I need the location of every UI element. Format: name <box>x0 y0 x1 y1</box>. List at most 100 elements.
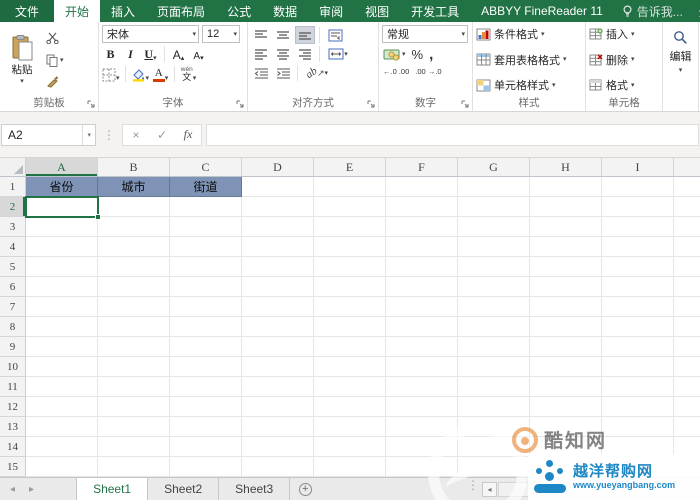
cell-H12[interactable] <box>530 397 602 417</box>
number-dialog-launcher[interactable] <box>461 100 470 109</box>
sign-in-button[interactable]: 登录 <box>691 0 700 22</box>
cell-A9[interactable] <box>26 337 98 357</box>
cell-H9[interactable] <box>530 337 602 357</box>
cell-D9[interactable] <box>242 337 314 357</box>
tab-页面布局[interactable]: 页面布局 <box>146 0 216 22</box>
cell-D7[interactable] <box>242 297 314 317</box>
row-header-9[interactable]: 9 <box>0 337 26 357</box>
cell-H2[interactable] <box>530 197 602 217</box>
cell-D2[interactable] <box>242 197 314 217</box>
cell-A13[interactable] <box>26 417 98 437</box>
cell-F6[interactable] <box>386 277 458 297</box>
cell-A1[interactable]: 省份 <box>26 177 98 197</box>
tab-公式[interactable]: 公式 <box>216 0 262 22</box>
cell-C15[interactable] <box>170 457 242 477</box>
cell-B4[interactable] <box>98 237 170 257</box>
cell-C6[interactable] <box>170 277 242 297</box>
scroll-track[interactable] <box>498 481 698 497</box>
align-center-button[interactable] <box>273 45 293 63</box>
row-header-14[interactable]: 14 <box>0 437 26 457</box>
format-cells-button[interactable]: 格式 ▾ <box>589 77 659 93</box>
row-header-10[interactable]: 10 <box>0 357 26 377</box>
tab-ABBYY FineReader 11[interactable]: ABBYY FineReader 11 <box>470 0 614 22</box>
cell-F10[interactable] <box>386 357 458 377</box>
borders-button[interactable]: ▾ <box>102 65 120 83</box>
cell-F1[interactable] <box>386 177 458 197</box>
cell-F14[interactable] <box>386 437 458 457</box>
cell-F13[interactable] <box>386 417 458 437</box>
cell-C12[interactable] <box>170 397 242 417</box>
cell-H8[interactable] <box>530 317 602 337</box>
cell-G15[interactable] <box>458 457 530 477</box>
cell-E8[interactable] <box>314 317 386 337</box>
row-header-11[interactable]: 11 <box>0 377 26 397</box>
scroll-left-button[interactable]: ◂ <box>482 481 497 497</box>
tab-file[interactable]: 文件 <box>0 0 55 22</box>
align-right-button[interactable] <box>295 45 315 63</box>
cell-E6[interactable] <box>314 277 386 297</box>
cell-D5[interactable] <box>242 257 314 277</box>
cell-D12[interactable] <box>242 397 314 417</box>
cell-C11[interactable] <box>170 377 242 397</box>
row-header-6[interactable]: 6 <box>0 277 26 297</box>
cell-A7[interactable] <box>26 297 98 317</box>
cell-F11[interactable] <box>386 377 458 397</box>
alignment-dialog-launcher[interactable] <box>367 100 376 109</box>
cell-D13[interactable] <box>242 417 314 437</box>
cell-G9[interactable] <box>458 337 530 357</box>
cell-D14[interactable] <box>242 437 314 457</box>
cell-E14[interactable] <box>314 437 386 457</box>
cell-B14[interactable] <box>98 437 170 457</box>
bold-button[interactable]: B <box>102 45 119 63</box>
cell-H3[interactable] <box>530 217 602 237</box>
cell-A11[interactable] <box>26 377 98 397</box>
column-header-E[interactable]: E <box>314 158 386 176</box>
cell-B8[interactable] <box>98 317 170 337</box>
cell-A8[interactable] <box>26 317 98 337</box>
row-header-4[interactable]: 4 <box>0 237 26 257</box>
italic-button[interactable]: I <box>122 45 139 63</box>
cell-B3[interactable] <box>98 217 170 237</box>
cell-E2[interactable] <box>314 197 386 217</box>
cell-I1[interactable] <box>602 177 674 197</box>
cell-G3[interactable] <box>458 217 530 237</box>
cell-E5[interactable] <box>314 257 386 277</box>
cell-B2[interactable] <box>98 197 170 217</box>
row-header-7[interactable]: 7 <box>0 297 26 317</box>
cell-G7[interactable] <box>458 297 530 317</box>
comma-style-button[interactable]: , <box>428 45 434 64</box>
column-header-A[interactable]: A <box>26 158 98 176</box>
cell-C13[interactable] <box>170 417 242 437</box>
format-painter-button[interactable] <box>43 73 73 91</box>
active-cell-selection[interactable] <box>25 196 101 220</box>
grow-font-button[interactable]: A ▴ <box>170 45 187 63</box>
row-header-15[interactable]: 15 <box>0 457 26 477</box>
merge-center-button[interactable]: ▾ <box>324 45 352 63</box>
cell-H15[interactable] <box>530 457 602 477</box>
phonetic-guide-button[interactable]: wén 文 ▾ <box>180 65 197 83</box>
cell-C9[interactable] <box>170 337 242 357</box>
tab-审阅[interactable]: 审阅 <box>308 0 354 22</box>
cell-I3[interactable] <box>602 217 674 237</box>
cell-C4[interactable] <box>170 237 242 257</box>
number-format-combo[interactable]: 常规 ▾ <box>382 25 468 43</box>
cell-E3[interactable] <box>314 217 386 237</box>
column-header-H[interactable]: H <box>530 158 602 176</box>
column-header-C[interactable]: C <box>170 158 242 176</box>
new-sheet-button[interactable]: + <box>290 478 320 500</box>
accounting-format-button[interactable]: ▾ <box>382 47 407 62</box>
format-as-table-button[interactable]: 套用表格格式 ▾ <box>476 52 582 68</box>
cell-F12[interactable] <box>386 397 458 417</box>
cell-I2[interactable] <box>602 197 674 217</box>
row-header-2[interactable]: 2 <box>0 197 26 217</box>
conditional-formatting-button[interactable]: 条件格式 ▾ <box>476 26 582 42</box>
cell-H13[interactable] <box>530 417 602 437</box>
decrease-indent-button[interactable] <box>251 64 271 82</box>
cell-C2[interactable] <box>170 197 242 217</box>
cell-F8[interactable] <box>386 317 458 337</box>
cell-E12[interactable] <box>314 397 386 417</box>
formula-bar-splitter[interactable]: ⋮ <box>100 128 118 142</box>
font-name-combo[interactable]: 宋体 ▾ <box>102 25 199 43</box>
cell-G1[interactable] <box>458 177 530 197</box>
cell-A10[interactable] <box>26 357 98 377</box>
